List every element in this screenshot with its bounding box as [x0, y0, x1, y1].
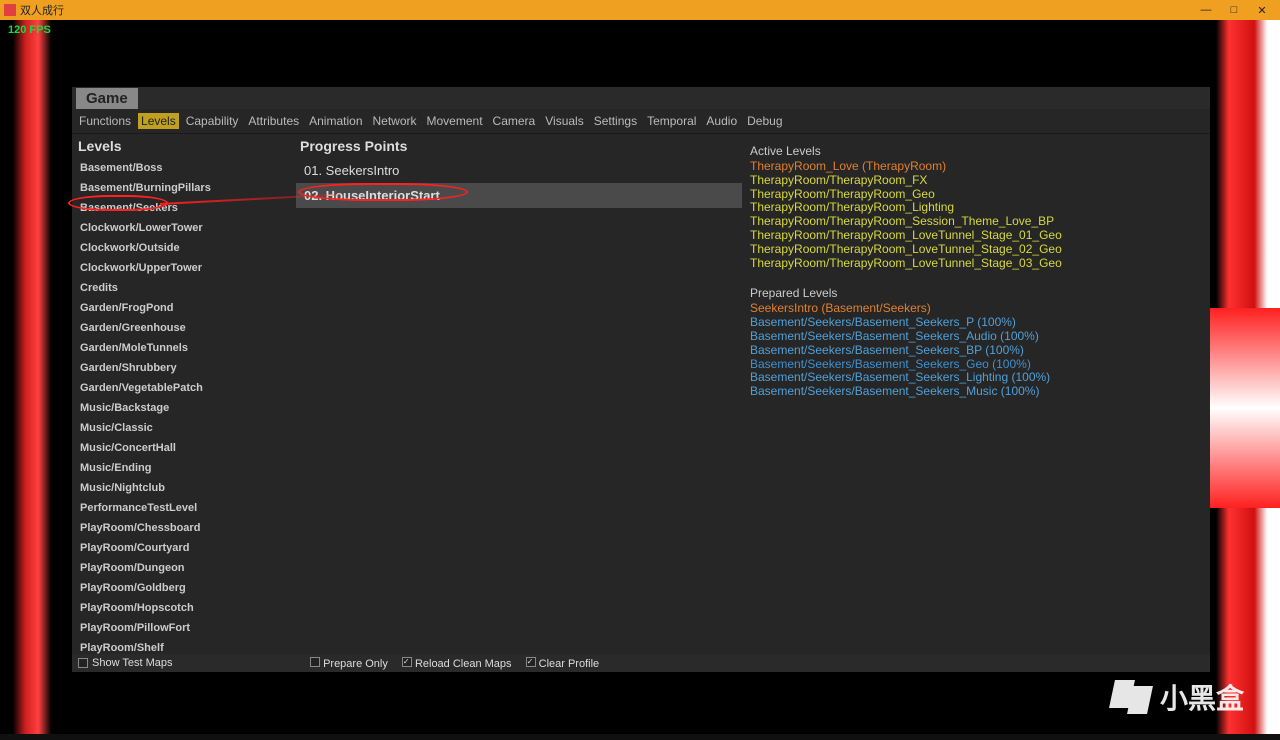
info-line: TherapyRoom/TherapyRoom_Session_Theme_Lo…: [750, 215, 1204, 229]
info-line: TherapyRoom_Love (TherapyRoom): [750, 160, 1204, 174]
menu-item-animation[interactable]: Animation: [306, 113, 365, 129]
info-line: Basement/Seekers/Basement_Seekers_BP (10…: [750, 344, 1204, 358]
taskbar: [0, 734, 1280, 740]
info-line: SeekersIntro (Basement/Seekers): [750, 302, 1204, 316]
info-line: TherapyRoom/TherapyRoom_Lighting: [750, 201, 1204, 215]
level-item[interactable]: Basement/BurningPillars: [74, 178, 292, 198]
info-line: TherapyRoom/TherapyRoom_LoveTunnel_Stage…: [750, 243, 1204, 257]
levels-header: Levels: [72, 134, 294, 158]
level-item[interactable]: PlayRoom/Shelf: [74, 638, 292, 654]
info-line: TherapyRoom/TherapyRoom_LoveTunnel_Stage…: [750, 257, 1204, 271]
info-line: TherapyRoom/TherapyRoom_LoveTunnel_Stage…: [750, 229, 1204, 243]
level-item[interactable]: Music/Classic: [74, 418, 292, 438]
level-item[interactable]: Garden/VegetablePatch: [74, 378, 292, 398]
fps-counter: 120 FPS: [8, 24, 51, 36]
progress-item[interactable]: 02. HouseInteriorStart: [296, 183, 742, 208]
app-icon: [4, 4, 16, 16]
level-item[interactable]: PlayRoom/Goldberg: [74, 578, 292, 598]
show-test-maps-label: Show Test Maps: [92, 657, 173, 669]
menu-item-levels[interactable]: Levels: [138, 113, 179, 129]
menu-bar: FunctionsLevelsCapabilityAttributesAnima…: [72, 109, 1210, 134]
menu-item-movement[interactable]: Movement: [424, 113, 486, 129]
level-item[interactable]: Garden/Greenhouse: [74, 318, 292, 338]
level-item[interactable]: Clockwork/Outside: [74, 238, 292, 258]
levels-list[interactable]: Basement/BossBasement/BurningPillarsBase…: [72, 158, 294, 654]
menu-item-temporal[interactable]: Temporal: [644, 113, 699, 129]
level-item[interactable]: Clockwork/LowerTower: [74, 218, 292, 238]
level-item[interactable]: Music/Nightclub: [74, 478, 292, 498]
watermark-text: 小黑盒: [1160, 677, 1244, 717]
info-line: TherapyRoom/TherapyRoom_Geo: [750, 188, 1204, 202]
game-tab[interactable]: Game: [76, 88, 138, 109]
level-item[interactable]: Garden/MoleTunnels: [74, 338, 292, 358]
clear-profile-checkbox[interactable]: [526, 657, 536, 667]
close-button[interactable]: ✕: [1248, 4, 1276, 17]
level-item[interactable]: Garden/Shrubbery: [74, 358, 292, 378]
watermark: 小黑盒: [1110, 676, 1244, 718]
info-line: Basement/Seekers/Basement_Seekers_Lighti…: [750, 371, 1204, 385]
prepared-levels-list: SeekersIntro (Basement/Seekers)Basement/…: [750, 302, 1204, 399]
level-item[interactable]: PlayRoom/Dungeon: [74, 558, 292, 578]
prepare-only-label: Prepare Only: [323, 658, 388, 670]
level-item[interactable]: Clockwork/UpperTower: [74, 258, 292, 278]
levels-column: Levels Basement/BossBasement/BurningPill…: [72, 134, 294, 654]
menu-item-debug[interactable]: Debug: [744, 113, 785, 129]
level-item[interactable]: Credits: [74, 278, 292, 298]
progress-item[interactable]: 01. SeekersIntro: [296, 158, 742, 183]
level-item[interactable]: Music/Ending: [74, 458, 292, 478]
minimize-button[interactable]: —: [1192, 4, 1220, 16]
panel-footer: Show Test Maps Prepare Only Reload Clean…: [72, 654, 1210, 672]
prepared-levels-header: Prepared Levels: [750, 286, 1204, 300]
info-column: Active Levels TherapyRoom_Love (TherapyR…: [744, 134, 1210, 654]
info-line: TherapyRoom/TherapyRoom_FX: [750, 174, 1204, 188]
reload-clean-maps-checkbox[interactable]: [402, 657, 412, 667]
progress-header: Progress Points: [294, 134, 744, 158]
menu-item-audio[interactable]: Audio: [703, 113, 740, 129]
show-test-maps-checkbox[interactable]: [78, 658, 88, 668]
level-item[interactable]: Music/ConcertHall: [74, 438, 292, 458]
info-line: Basement/Seekers/Basement_Seekers_P (100…: [750, 316, 1204, 330]
menu-item-functions[interactable]: Functions: [76, 113, 134, 129]
debug-panel: Game FunctionsLevelsCapabilityAttributes…: [72, 87, 1210, 669]
level-item[interactable]: Music/Backstage: [74, 398, 292, 418]
prepare-only-checkbox[interactable]: [310, 657, 320, 667]
reload-clean-maps-label: Reload Clean Maps: [415, 658, 512, 670]
level-item[interactable]: PlayRoom/PillowFort: [74, 618, 292, 638]
progress-column: Progress Points 01. SeekersIntro02. Hous…: [294, 134, 744, 654]
level-item[interactable]: PerformanceTestLevel: [74, 498, 292, 518]
menu-item-settings[interactable]: Settings: [591, 113, 640, 129]
level-item[interactable]: PlayRoom/Hopscotch: [74, 598, 292, 618]
panel-header: Game: [72, 87, 1210, 109]
active-levels-header: Active Levels: [750, 144, 1204, 158]
level-item[interactable]: Basement/Seekers: [74, 198, 292, 218]
progress-list: 01. SeekersIntro02. HouseInteriorStart: [294, 158, 744, 654]
menu-item-visuals[interactable]: Visuals: [542, 113, 586, 129]
info-line: Basement/Seekers/Basement_Seekers_Audio …: [750, 330, 1204, 344]
info-line: Basement/Seekers/Basement_Seekers_Music …: [750, 385, 1204, 399]
watermark-logo-icon: [1110, 676, 1152, 718]
clear-profile-label: Clear Profile: [539, 658, 600, 670]
level-item[interactable]: Garden/FrogPond: [74, 298, 292, 318]
level-item[interactable]: PlayRoom/Chessboard: [74, 518, 292, 538]
info-line: Basement/Seekers/Basement_Seekers_Geo (1…: [750, 358, 1204, 372]
active-levels-list: TherapyRoom_Love (TherapyRoom)TherapyRoo…: [750, 160, 1204, 270]
level-item[interactable]: PlayRoom/Courtyard: [74, 538, 292, 558]
menu-item-network[interactable]: Network: [370, 113, 420, 129]
window-title: 双人成行: [20, 2, 1192, 18]
level-item[interactable]: Basement/Boss: [74, 158, 292, 178]
menu-item-camera[interactable]: Camera: [490, 113, 539, 129]
maximize-button[interactable]: □: [1220, 4, 1248, 16]
menu-item-capability[interactable]: Capability: [183, 113, 242, 129]
menu-item-attributes[interactable]: Attributes: [245, 113, 302, 129]
window-titlebar: 双人成行 — □ ✕: [0, 0, 1280, 20]
